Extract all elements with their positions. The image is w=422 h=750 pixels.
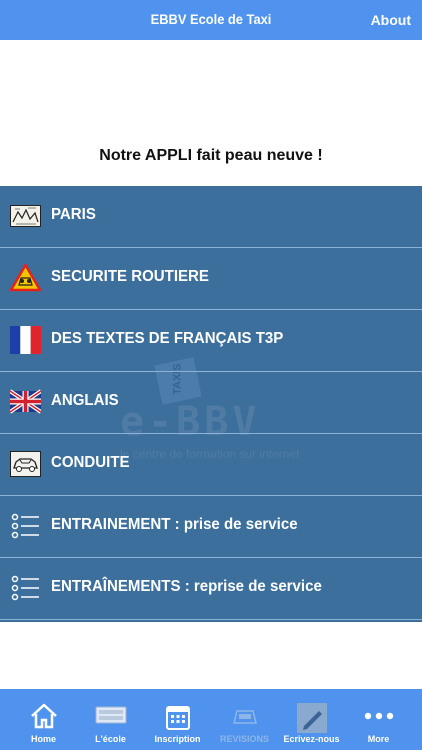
top-navbar: EBBV Ecole de Taxi About xyxy=(0,0,422,40)
menu-list: TAXIS e-BBV le centre de formation sur i… xyxy=(0,186,422,622)
car-icon xyxy=(10,450,41,478)
menu-item-entrainements-reprise[interactable]: ENTRAÎNEMENTS : reprise de service xyxy=(0,558,422,620)
tab-label: REVISIONS xyxy=(219,734,269,744)
tab-more[interactable]: More xyxy=(345,689,412,750)
menu-item-conduite[interactable]: CONDUITE xyxy=(0,434,422,496)
french-flag-icon xyxy=(10,326,41,354)
about-button[interactable]: About xyxy=(371,12,411,28)
menu-item-label: CONDUITE xyxy=(51,454,130,471)
school-sign-icon xyxy=(95,703,127,734)
paris-map-icon xyxy=(10,202,41,230)
tab-label: Ecrivez-nous xyxy=(283,734,340,744)
tab-label: More xyxy=(367,734,390,744)
tab-ecrivez-nous[interactable]: Ecrivez-nous xyxy=(278,689,345,750)
more-icon xyxy=(364,703,394,734)
tab-ecole[interactable]: L'école xyxy=(77,689,144,750)
menu-item-label: ENTRAINEMENT : prise de service xyxy=(51,516,298,533)
tab-inscription[interactable]: Inscription xyxy=(144,689,211,750)
menu-item-label: ENTRAÎNEMENTS : reprise de service xyxy=(51,578,322,595)
notice-text: Notre APPLI fait peau neuve ! xyxy=(99,147,323,164)
pen-icon xyxy=(296,703,327,738)
bottom-tab-bar: Home L'école Inscription REVISIONS Ecriv… xyxy=(0,689,422,750)
menu-item-label: DES TEXTES DE FRANÇAIS T3P xyxy=(51,330,284,347)
menu-item-label: SECURITE ROUTIERE xyxy=(51,268,209,285)
menu-item-textes-francais[interactable]: DES TEXTES DE FRANÇAIS T3P xyxy=(0,310,422,372)
taxi-sign-icon xyxy=(230,703,260,732)
tab-label: Home xyxy=(30,734,56,744)
list-icon xyxy=(10,574,41,602)
tab-revisions[interactable]: REVISIONS xyxy=(211,689,278,750)
menu-item-label: PARIS xyxy=(51,206,96,223)
tab-label: L'école xyxy=(95,734,126,744)
uk-flag-icon xyxy=(8,388,43,416)
menu-item-entrainement-prise[interactable]: ENTRAINEMENT : prise de service xyxy=(0,496,422,558)
calendar-icon xyxy=(165,703,191,736)
home-icon xyxy=(30,703,58,734)
tab-home[interactable]: Home xyxy=(10,689,77,750)
menu-item-label: ANGLAIS xyxy=(51,392,119,409)
menu-item-securite-routiere[interactable]: SECURITE ROUTIERE xyxy=(0,248,422,310)
warning-triangle-icon xyxy=(9,263,42,292)
list-icon xyxy=(10,512,41,540)
menu-item-anglais[interactable]: ANGLAIS xyxy=(0,372,422,434)
page-title: EBBV Ecole de Taxi xyxy=(150,11,272,27)
menu-item-paris[interactable]: PARIS xyxy=(0,186,422,248)
tab-label: Inscription xyxy=(154,734,201,744)
